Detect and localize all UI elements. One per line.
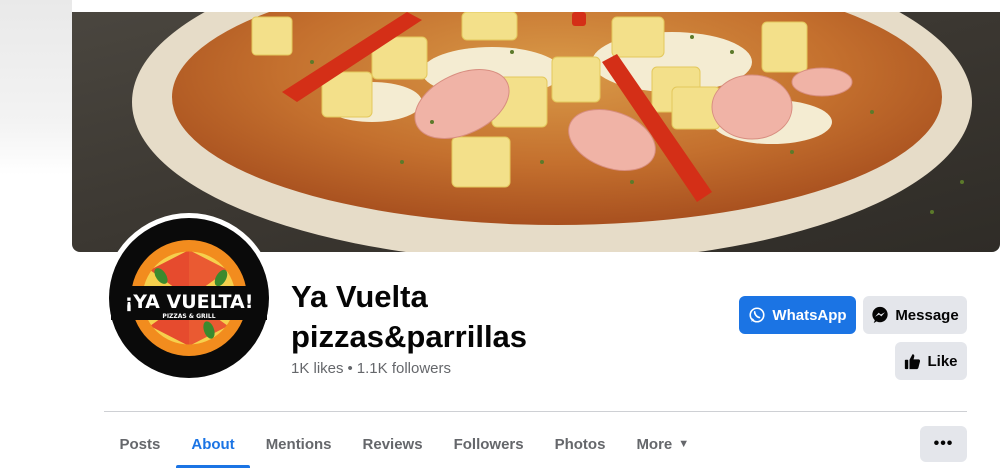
page-title-line1: Ya Vuelta <box>291 279 428 314</box>
like-button[interactable]: Like <box>895 342 967 380</box>
logo-subtitle: PIZZAS & GRILL <box>162 313 215 320</box>
tab-reviews[interactable]: Reviews <box>347 426 438 462</box>
messenger-icon <box>872 306 888 324</box>
cover-left-fade <box>0 0 72 175</box>
logo-title: ¡YA VUELTA! <box>125 291 254 313</box>
header-divider <box>104 411 967 412</box>
stats-separator: • <box>347 360 353 377</box>
caret-down-icon: ▼ <box>678 438 690 450</box>
whatsapp-button[interactable]: WhatsApp <box>739 296 856 334</box>
tab-more[interactable]: More ▼ <box>621 426 705 462</box>
thumbs-up-icon <box>905 353 921 369</box>
followers-count[interactable]: 1.1K followers <box>357 360 451 377</box>
profile-avatar[interactable]: ¡YA VUELTA! PIZZAS & GRILL <box>104 213 274 383</box>
likes-count[interactable]: 1K likes <box>291 360 344 377</box>
tab-posts[interactable]: Posts <box>104 426 176 462</box>
tab-about[interactable]: About <box>175 426 251 468</box>
page-stats: 1K likes • 1.1K followers <box>291 360 451 377</box>
like-label: Like <box>927 352 958 370</box>
page-title: Ya Vuelta pizzas&parrillas <box>291 277 611 357</box>
message-button[interactable]: Message <box>863 296 967 334</box>
page-tabs: Posts About Mentions Reviews Followers P… <box>104 426 705 468</box>
tab-photos[interactable]: Photos <box>539 426 621 462</box>
whatsapp-icon <box>749 307 765 323</box>
tab-followers[interactable]: Followers <box>438 426 539 462</box>
tab-more-label: More <box>636 435 673 453</box>
page-title-line2: pizzas&parrillas <box>291 319 528 354</box>
message-label: Message <box>895 306 959 324</box>
brand-logo: ¡YA VUELTA! PIZZAS & GRILL <box>109 218 269 378</box>
whatsapp-label: WhatsApp <box>772 306 847 324</box>
more-options-button[interactable]: ••• <box>920 426 967 462</box>
tab-mentions[interactable]: Mentions <box>250 426 347 462</box>
